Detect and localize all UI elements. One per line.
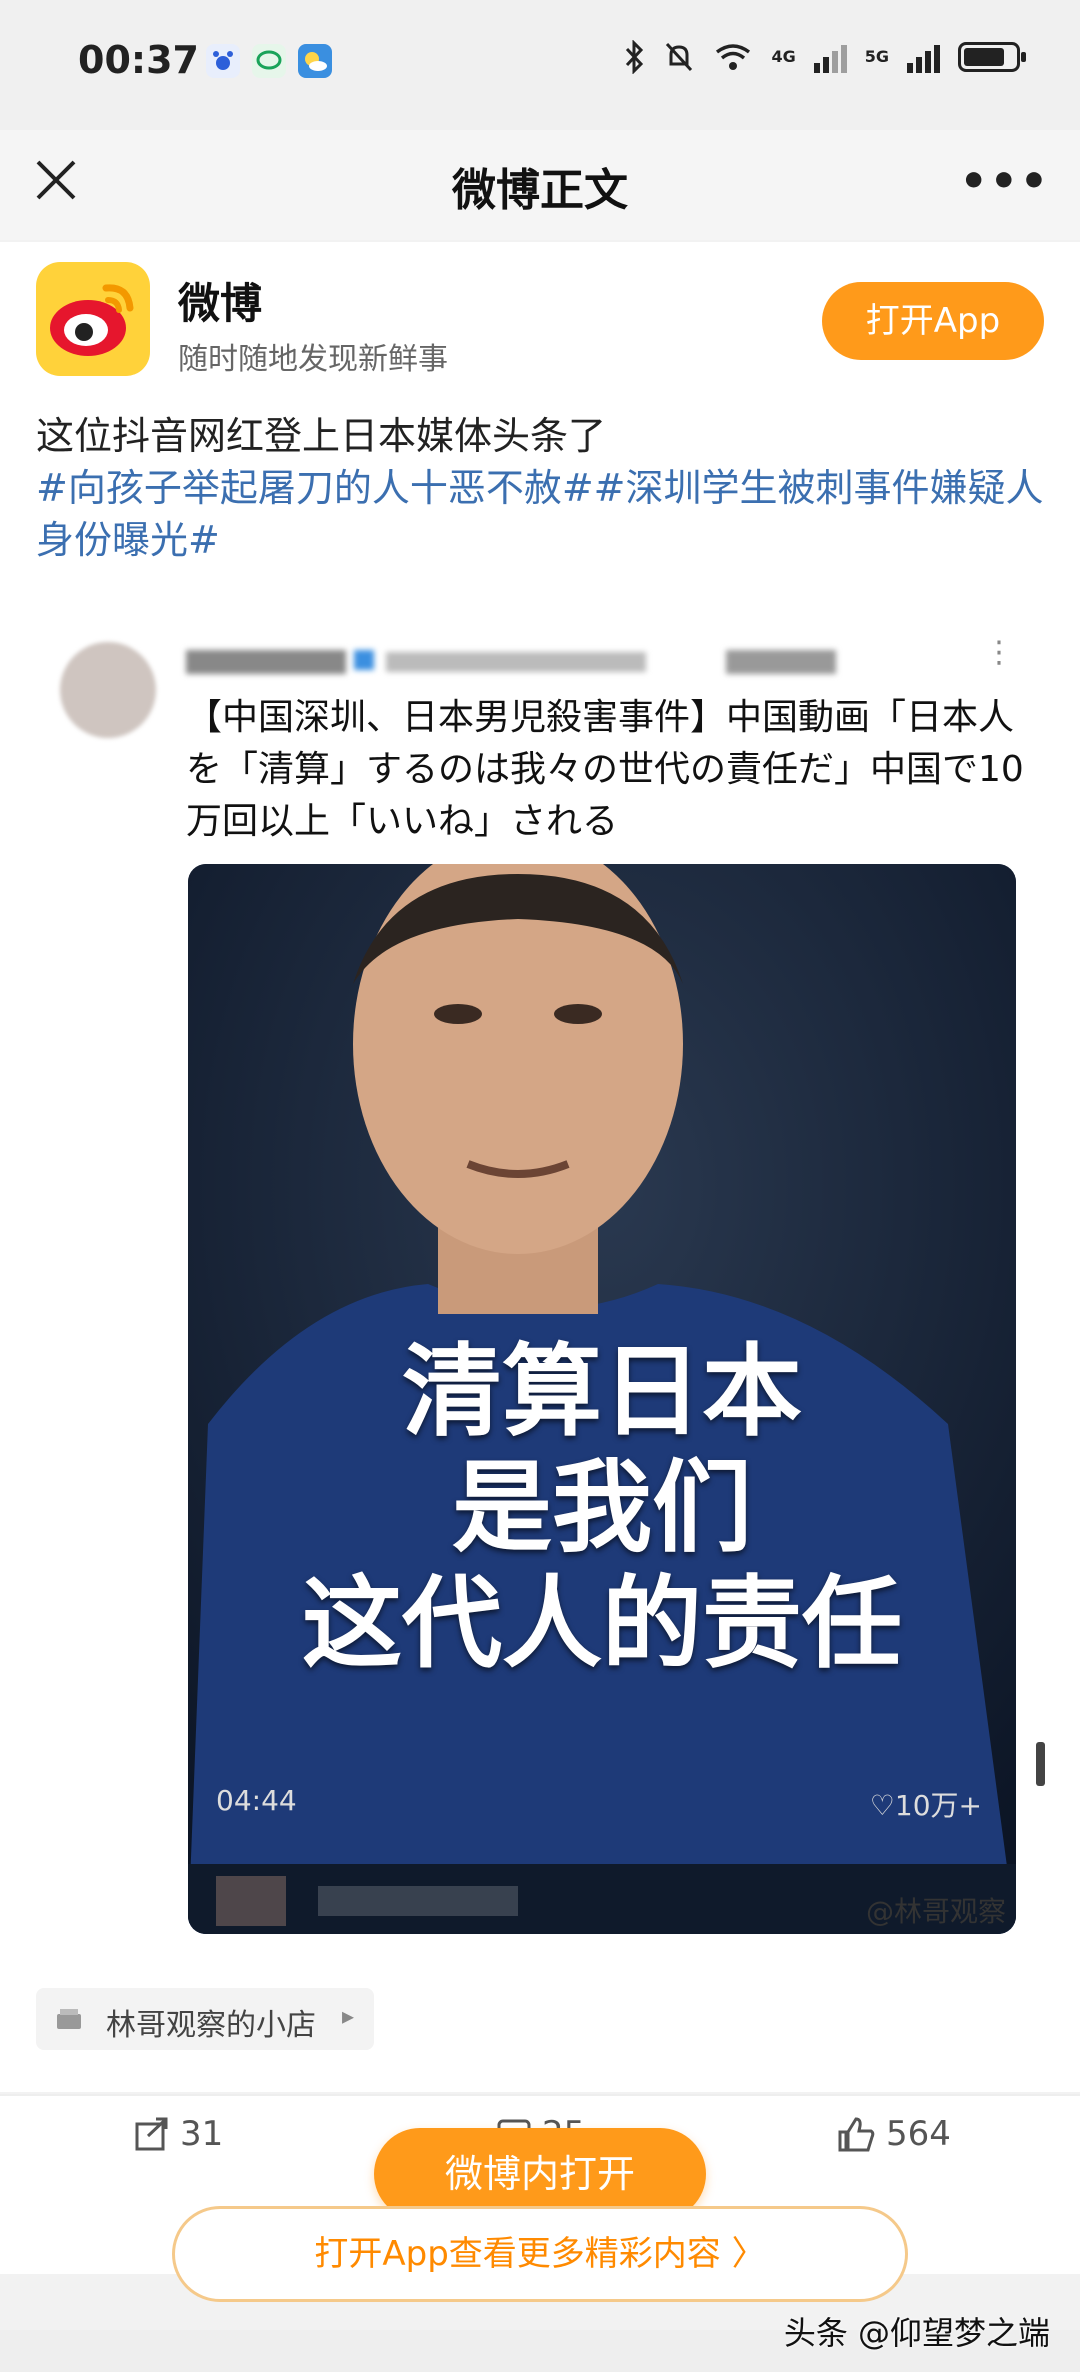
wifi-icon xyxy=(716,44,751,70)
post-body: 这位抖音网红登上日本媒体头条了 #向孩子举起屠刀的人十恶不赦##深圳学生被刺事件… xyxy=(36,410,1046,566)
app-name: 微博 xyxy=(178,279,263,328)
nav-bar: 微博正文 ••• xyxy=(0,130,1080,240)
weibo-logo-icon xyxy=(36,262,150,376)
bluetooth-icon xyxy=(626,40,644,74)
post-card: 微博 随时随地发现新鲜事 打开App 这位抖音网红登上日本媒体头条了 #向孩子举… xyxy=(0,242,1080,2092)
open-app-button[interactable]: 打开App xyxy=(822,282,1044,360)
source-credit: 头条 @仰望梦之端 xyxy=(783,2314,1050,2352)
overlay-line-1: 清算日本 xyxy=(402,1333,802,1450)
signal-icon xyxy=(813,41,847,73)
share-count: 31 xyxy=(180,2114,224,2154)
status-time: 00:37 xyxy=(78,38,199,82)
embedded-text: 【中国深圳、日本男児殺害事件】中国動画「日本人を「清算」するのは我々の世代の責任… xyxy=(186,697,1024,842)
scroll-indicator[interactable] xyxy=(1036,1742,1045,1786)
video-duration: 04:44 xyxy=(216,1784,297,1817)
mute-bell-icon xyxy=(666,42,693,72)
overlay-line-3: 这代人的责任 xyxy=(302,1565,902,1682)
weather-icon xyxy=(298,44,332,78)
open-app-more-content-button[interactable]: 打开App查看更多精彩内容 〉 xyxy=(172,2206,908,2302)
share-icon xyxy=(135,2117,168,2151)
more-button[interactable]: ••• xyxy=(960,156,1050,207)
status-bar: 00:37 4G 5G xyxy=(0,0,1080,130)
status-right: 4G 5G xyxy=(623,40,1026,74)
image-watermark: @林哥观察 xyxy=(866,1895,1007,1928)
video-thumbnail[interactable]: 清算日本 是我们 这代人的责任 04:44 ♡10万+ xyxy=(188,864,1016,1934)
like-count: 564 xyxy=(886,2114,951,2154)
video-overlay-text: 清算日本 是我们 这代人的责任 xyxy=(188,1334,1016,1682)
post-text: 这位抖音网红登上日本媒体头条了 xyxy=(36,414,607,458)
shop-label: 林哥观察的小店 xyxy=(106,2008,316,2043)
app-subtitle: 随时随地发现新鲜事 xyxy=(178,342,448,377)
overlay-line-2: 是我们 xyxy=(452,1449,752,1566)
network-4g: 4G xyxy=(771,47,796,66)
tweet-more-icon[interactable]: ⋮ xyxy=(984,638,1014,668)
embedded-avatar xyxy=(60,642,156,738)
like-button[interactable]: 564 xyxy=(836,2114,951,2154)
video-likes: ♡10万+ xyxy=(869,1789,982,1822)
battery-icon xyxy=(958,42,1026,72)
page-title: 微博正文 xyxy=(452,165,628,216)
signal-icon-2 xyxy=(907,41,940,73)
chevron-right-icon: ▸ xyxy=(342,2002,355,2030)
post-hashtags[interactable]: #向孩子举起屠刀的人十恶不赦##深圳学生被刺事件嫌疑人身份曝光# xyxy=(36,462,1046,566)
network-5g: 5G xyxy=(864,47,889,66)
thumbs-up-icon xyxy=(838,2117,875,2152)
blurred-username xyxy=(186,650,836,674)
chat-icon xyxy=(252,44,286,78)
share-button[interactable]: 31 xyxy=(134,2114,223,2154)
shop-link[interactable]: 林哥观察的小店 ▸ xyxy=(36,1988,374,2050)
shop-icon xyxy=(57,2009,81,2029)
baidu-icon xyxy=(206,44,240,78)
